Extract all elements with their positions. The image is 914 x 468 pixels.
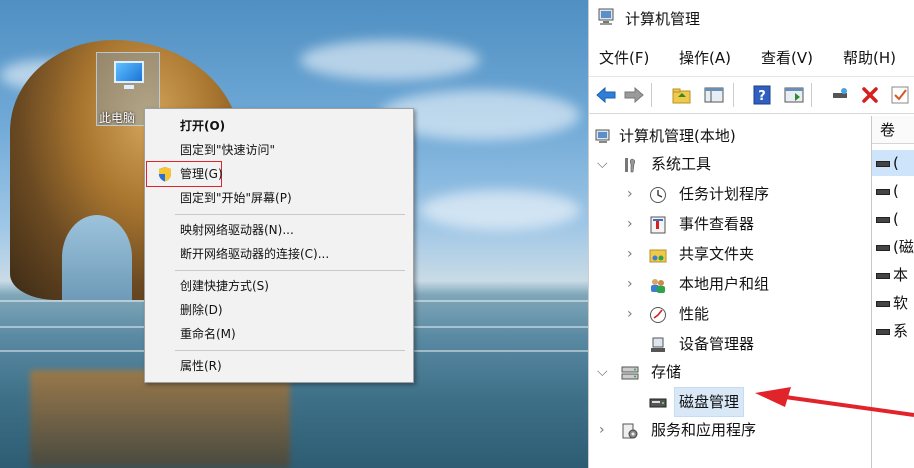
drive-icon [876, 300, 890, 307]
tree-item-system-tools[interactable]: ⌵ 系统工具 [589, 150, 869, 178]
drive-icon [876, 216, 890, 223]
menu-item-properties[interactable]: 属性(R) [145, 355, 413, 377]
tree-item-event-viewer[interactable]: › 事件查看器 [589, 210, 869, 238]
drive-icon [876, 328, 890, 335]
context-menu: 打开(O) 固定到"快速访问" 管理(G) 固定到"开始"屏幕(P) 映射网络驱… [144, 108, 414, 383]
toolbar-separator [811, 83, 812, 107]
tree-item-shared-folders[interactable]: › 共享文件夹 [589, 240, 869, 268]
drive-icon [876, 160, 890, 167]
toolbar-separator [651, 83, 652, 107]
volume-row[interactable]: ( [872, 178, 914, 204]
computer-management-icon [595, 129, 610, 143]
tree-label: 设备管理器 [679, 335, 755, 353]
annotation-arrow-icon [755, 387, 914, 417]
back-arrow-icon[interactable] [593, 82, 619, 108]
tree-label: 计算机管理(本地) [619, 127, 736, 145]
computer-stand [124, 85, 134, 89]
tree-label: 任务计划程序 [679, 185, 770, 203]
computer-management-icon [598, 8, 614, 25]
users-icon [651, 279, 665, 293]
title-bar: 计算机管理 [589, 0, 914, 36]
tree-item-device-manager[interactable]: 设备管理器 [589, 330, 869, 358]
menu-item-manage[interactable]: 管理(G) [145, 163, 413, 185]
tree-label: 服务和应用程序 [651, 421, 757, 439]
toolbar-separator [733, 83, 734, 107]
menu-separator [175, 214, 405, 215]
storage-icon [621, 366, 639, 380]
tools-icon [625, 158, 635, 173]
menu-separator [175, 350, 405, 351]
cloud [420, 190, 580, 230]
performance-icon [650, 307, 666, 323]
svg-text:?: ? [758, 89, 766, 104]
delete-icon[interactable] [857, 82, 883, 108]
chevron-right-icon[interactable]: › [599, 416, 605, 444]
tree-label: 共享文件夹 [679, 245, 755, 263]
chevron-right-icon[interactable]: › [627, 210, 633, 238]
chevron-right-icon[interactable]: › [627, 180, 633, 208]
help-icon[interactable]: ? [749, 82, 775, 108]
menu-item-open[interactable]: 打开(O) [145, 115, 413, 137]
menu-action[interactable]: 操作(A) [679, 47, 731, 68]
menu-item-disconnect-drive[interactable]: 断开网络驱动器的连接(C)... [145, 243, 413, 265]
chevron-right-icon[interactable]: › [627, 300, 633, 328]
chevron-down-icon[interactable]: ⌵ [597, 358, 608, 386]
device-manager-icon [651, 337, 665, 352]
menu-item-rename[interactable]: 重命名(M) [145, 323, 413, 345]
menu-item-pin-quick-access[interactable]: 固定到"快速访问" [145, 139, 413, 161]
tree-item-local-users-groups[interactable]: › 本地用户和组 [589, 270, 869, 298]
disk-icon [649, 398, 667, 408]
check-icon[interactable] [887, 82, 913, 108]
column-header-volume[interactable]: 卷 [872, 116, 914, 144]
event-viewer-icon [650, 216, 666, 234]
services-icon [622, 423, 638, 439]
tree-item-root[interactable]: 计算机管理(本地) [589, 122, 869, 150]
properties-icon[interactable] [781, 82, 807, 108]
drive-icon [876, 272, 890, 279]
drive-icon [876, 244, 890, 251]
chevron-right-icon[interactable]: › [627, 270, 633, 298]
tree-label: 系统工具 [651, 155, 712, 173]
menu-bar: 文件(F) 操作(A) 查看(V) 帮助(H) [589, 42, 914, 72]
chevron-down-icon[interactable]: ⌵ [597, 150, 608, 178]
tree-label: 本地用户和组 [679, 275, 770, 293]
clock-icon [650, 187, 666, 203]
cloud [300, 40, 480, 80]
drive-icon [876, 188, 890, 195]
toolbar: ? [589, 76, 914, 114]
forward-arrow-icon[interactable] [621, 82, 647, 108]
volume-row[interactable]: 本 [872, 262, 914, 288]
volume-row[interactable]: 软 [872, 290, 914, 316]
rock-reflection [30, 370, 290, 468]
menu-separator [175, 270, 405, 271]
tree-label-selected: 磁盘管理 [673, 387, 745, 417]
volume-row[interactable]: ( [872, 150, 914, 176]
volume-row[interactable]: ( [872, 206, 914, 232]
menu-item-map-drive[interactable]: 映射网络驱动器(N)... [145, 219, 413, 241]
tree-label: 存储 [651, 363, 682, 381]
tree-item-storage[interactable]: ⌵ 存储 [589, 358, 869, 386]
volume-row[interactable]: 系 [872, 318, 914, 344]
computer-icon [114, 61, 144, 83]
chevron-right-icon[interactable]: › [627, 240, 633, 268]
up-folder-icon[interactable] [669, 82, 695, 108]
menu-item-create-shortcut[interactable]: 创建快捷方式(S) [145, 275, 413, 297]
menu-file[interactable]: 文件(F) [599, 47, 649, 68]
menu-help[interactable]: 帮助(H) [843, 47, 896, 68]
tree-item-task-scheduler[interactable]: › 任务计划程序 [589, 180, 869, 208]
shared-folder-icon [649, 249, 667, 263]
desktop: 此电脑 打开(O) 固定到"快速访问" 管理(G) 固定到"开始"屏幕(P) 映… [0, 0, 588, 468]
menu-view[interactable]: 查看(V) [761, 47, 813, 68]
tree-label: 性能 [679, 305, 710, 323]
menu-item-pin-start[interactable]: 固定到"开始"屏幕(P) [145, 187, 413, 209]
volume-row[interactable]: (磁 [872, 234, 914, 260]
tree-label: 事件查看器 [679, 215, 755, 233]
tree-item-performance[interactable]: › 性能 [589, 300, 869, 328]
connect-icon[interactable] [827, 82, 853, 108]
rock-arch [62, 215, 132, 300]
menu-item-delete[interactable]: 删除(D) [145, 299, 413, 321]
show-hide-tree-icon[interactable] [701, 82, 727, 108]
window-title: 计算机管理 [625, 10, 701, 28]
